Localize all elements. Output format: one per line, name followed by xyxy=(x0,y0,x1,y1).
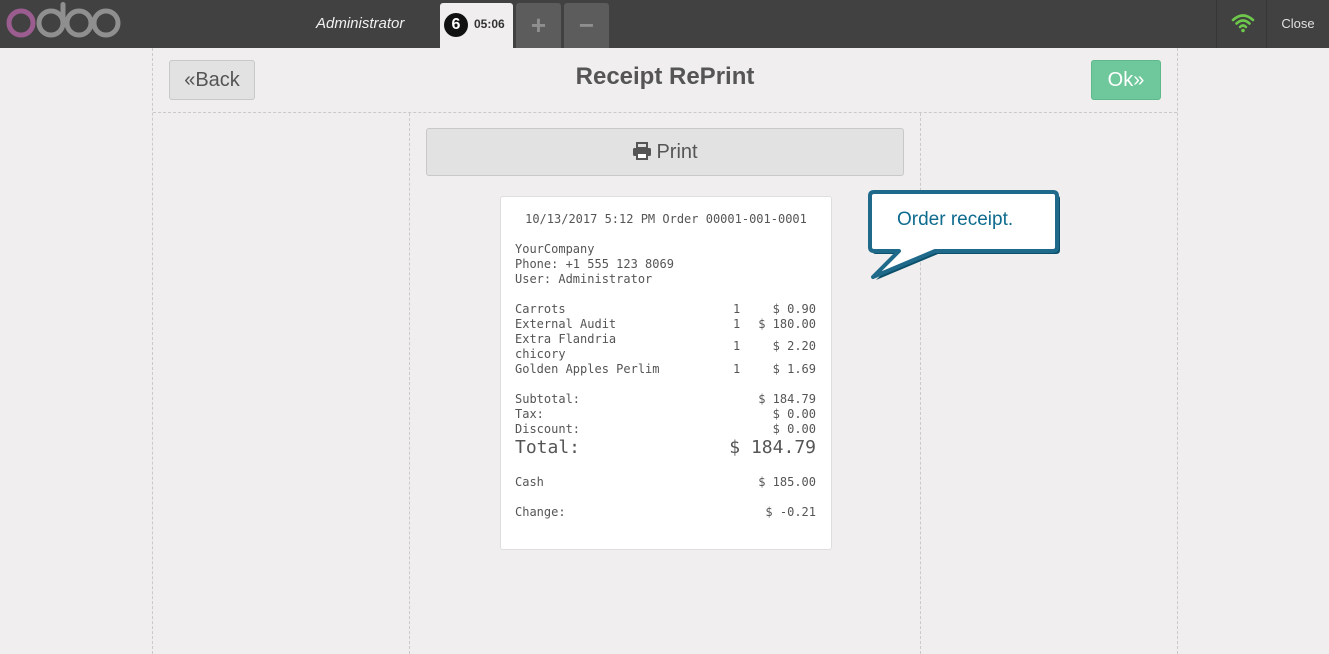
subtotal-value: $ 184.79 xyxy=(758,392,816,406)
receipt-line-product: Golden Apples Perlim xyxy=(515,362,660,376)
odoo-logo xyxy=(6,2,121,38)
cashier-name[interactable]: Administrator xyxy=(316,15,404,32)
receipt-line-product: Extra Flandria xyxy=(515,332,617,346)
receipt-line-price: $ 0.90 xyxy=(772,302,816,316)
receipt-phone: Phone: +1 555 123 8069 xyxy=(515,257,674,271)
callout-text: Order receipt. xyxy=(897,209,1014,230)
receipt-line-qty: 1 xyxy=(733,339,741,353)
wifi-icon[interactable] xyxy=(1231,13,1255,33)
subtotal-label: Subtotal: xyxy=(515,392,581,406)
payment-label: Cash xyxy=(515,475,544,489)
receipt-line-product: Carrots xyxy=(515,302,566,316)
add-order-button[interactable]: + xyxy=(516,3,561,48)
minus-icon: − xyxy=(578,10,595,40)
page-title: Receipt RePrint xyxy=(575,63,755,90)
receipt-line-qty: 1 xyxy=(733,302,741,316)
remove-order-button[interactable]: − xyxy=(564,3,609,48)
divider xyxy=(1216,0,1217,48)
header-divider xyxy=(153,112,1177,113)
top-bar: Administrator 6 05:06 + − Close xyxy=(0,0,1329,48)
receipt-header: 10/13/2017 5:12 PM Order 00001-001-0001 xyxy=(525,212,807,226)
discount-label: Discount: xyxy=(515,422,581,436)
payment-value: $ 185.00 xyxy=(758,475,816,489)
close-button[interactable]: Close xyxy=(1267,0,1329,48)
print-button[interactable]: Print xyxy=(426,128,904,176)
receipt-line-product: External Audit xyxy=(515,317,617,331)
tax-value: $ 0.00 xyxy=(772,407,816,421)
column-divider xyxy=(409,113,410,654)
callout-bubble xyxy=(868,190,1060,280)
printer-icon xyxy=(633,142,652,160)
plus-icon: + xyxy=(530,10,547,40)
receipt-line-qty: 1 xyxy=(733,362,741,376)
order-sequence-badge: 6 xyxy=(444,13,468,37)
change-label: Change: xyxy=(515,505,566,519)
discount-value: $ 0.00 xyxy=(772,422,816,436)
order-tab[interactable]: 6 05:06 xyxy=(440,3,513,48)
receipt-line-price: $ 180.00 xyxy=(758,317,816,331)
receipt-line-price: $ 2.20 xyxy=(772,339,816,353)
receipt-line-price: $ 1.69 xyxy=(772,362,816,376)
change-value: $ -0.21 xyxy=(765,505,816,519)
receipt-user: User: Administrator xyxy=(515,272,653,286)
receipt-company: YourCompany xyxy=(515,242,595,256)
receipt-screen: Receipt RePrint «Back Ok» Print 10/13/20… xyxy=(152,48,1178,654)
back-button-label: Back xyxy=(195,69,240,91)
ok-button[interactable]: Ok» xyxy=(1091,60,1161,100)
total-label: Total: xyxy=(515,437,581,458)
receipt-line-qty: 1 xyxy=(733,317,741,331)
total-value: $ 184.79 xyxy=(729,437,816,458)
receipt-line-product-cont: chicory xyxy=(515,347,566,361)
order-time: 05:06 xyxy=(474,17,505,31)
ok-button-label: Ok xyxy=(1107,69,1134,91)
back-button[interactable]: «Back xyxy=(169,60,255,100)
print-button-label: Print xyxy=(656,141,698,163)
tax-label: Tax: xyxy=(515,407,544,421)
double-chevron-right-icon: » xyxy=(1133,69,1145,91)
double-chevron-left-icon: « xyxy=(184,69,196,91)
order-receipt: 10/13/2017 5:12 PM Order 00001-001-0001 … xyxy=(500,196,832,550)
